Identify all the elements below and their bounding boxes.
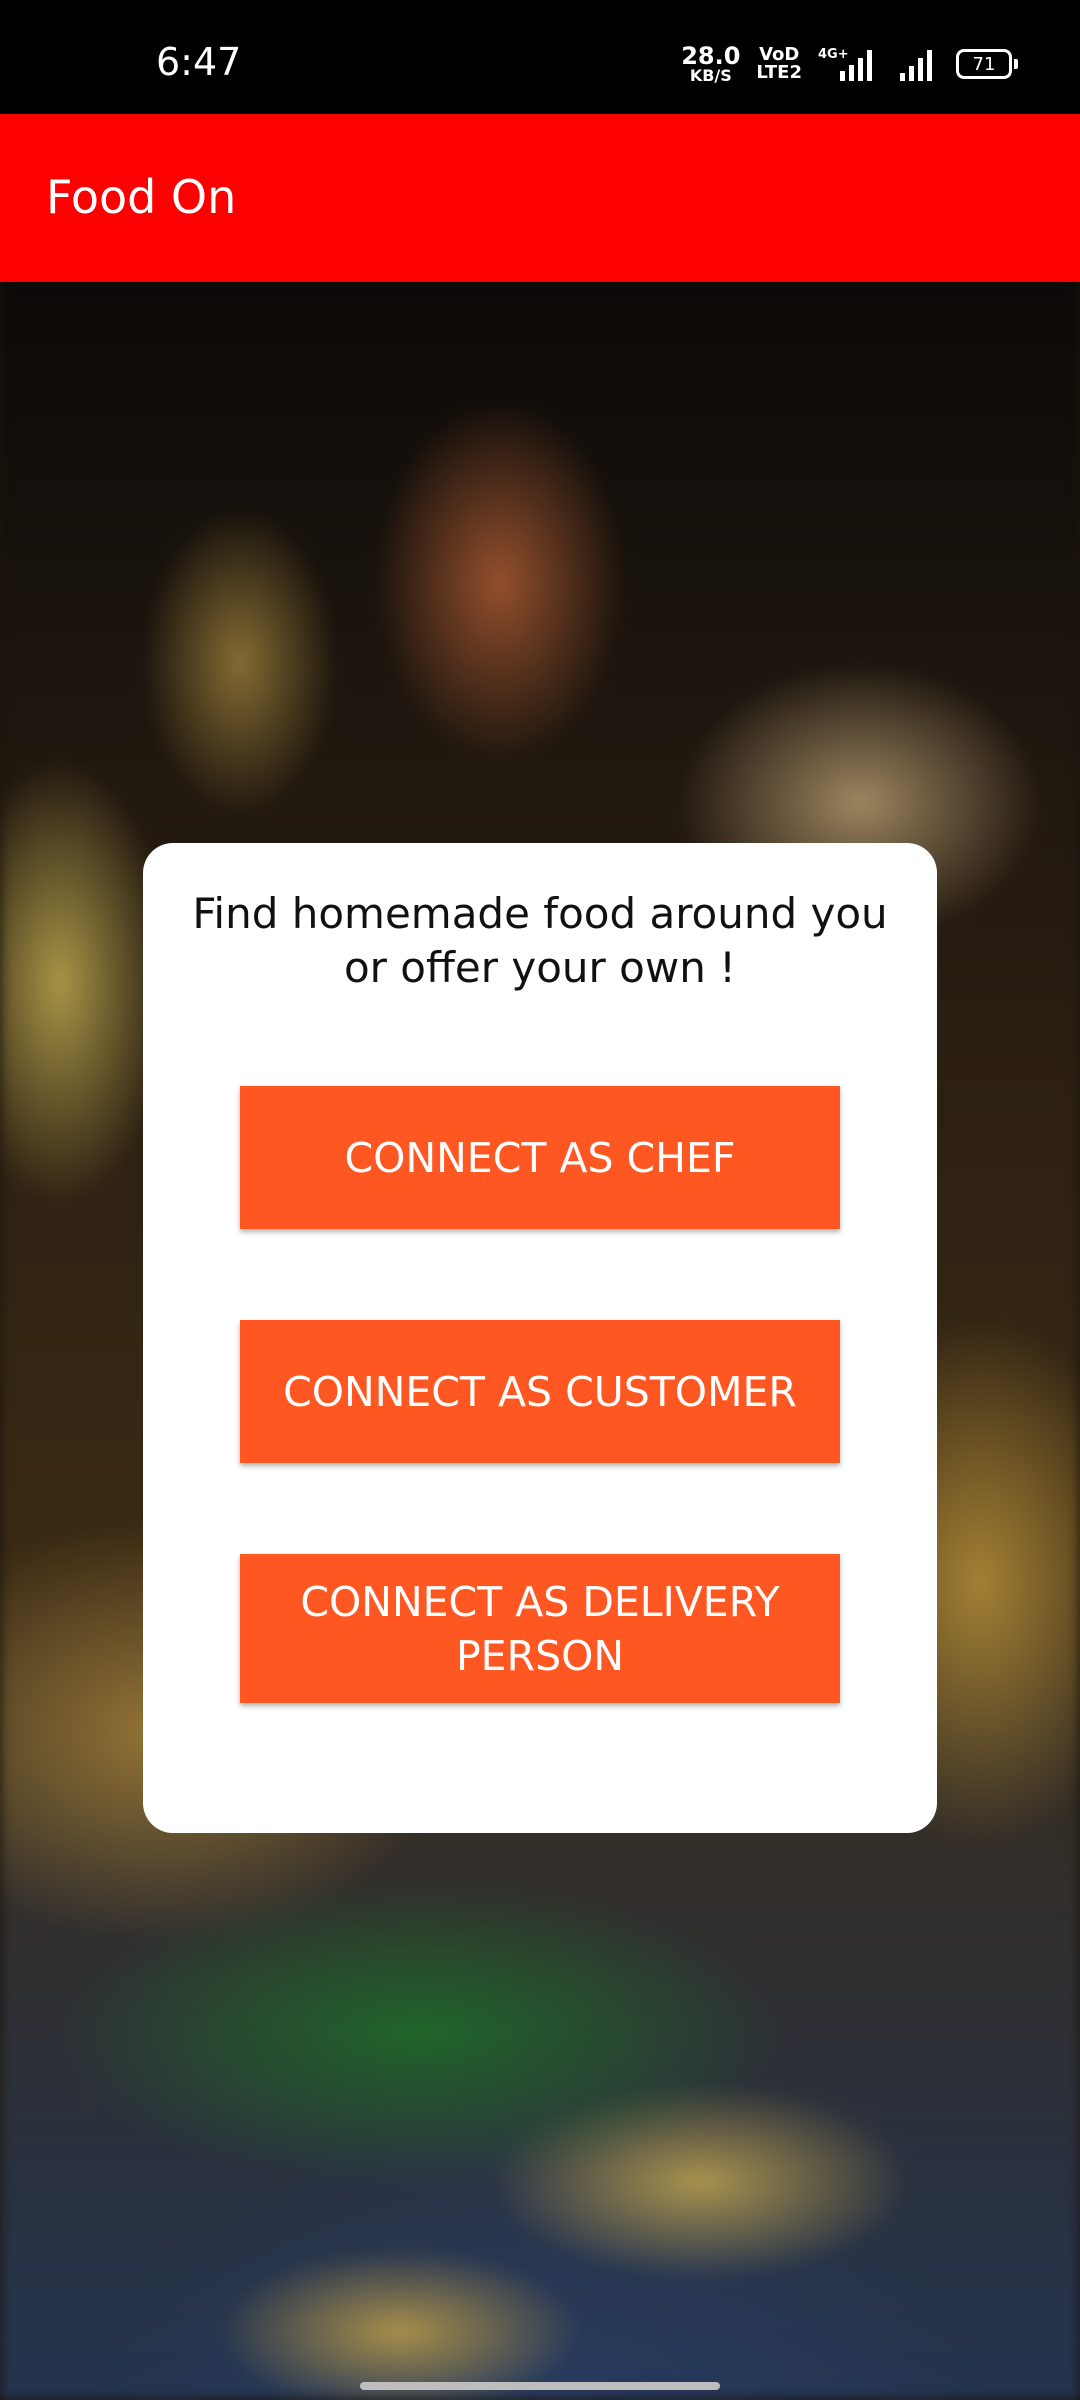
network-speed-unit: KB/S	[689, 66, 732, 85]
app-bar: Food On	[0, 114, 1080, 282]
screen: 6:47 28.0 KB/S VoD LTE2 4G+ 71 Food On F…	[0, 0, 1080, 2400]
cellular-signal-icon-2	[900, 50, 932, 81]
status-bar: 6:47 28.0 KB/S VoD LTE2 4G+ 71	[0, 0, 1080, 114]
gesture-nav-handle[interactable]	[360, 2382, 720, 2390]
network-speed: 28.0 KB/S	[681, 44, 740, 84]
battery-level: 71	[972, 53, 996, 75]
cellular-signal-icon: 4G+	[818, 47, 872, 81]
status-time: 6:47	[156, 40, 242, 84]
connect-as-customer-button[interactable]: CONNECT AS CUSTOMER	[240, 1320, 840, 1463]
volte-icon: VoD LTE2	[756, 46, 802, 82]
card-heading: Find homemade food around you or offer y…	[143, 887, 937, 995]
app-title: Food On	[46, 170, 237, 224]
battery-icon: 71	[956, 49, 1018, 79]
card-heading-line1: Find homemade food around you	[192, 889, 888, 938]
card-heading-line2: or offer your own !	[343, 943, 737, 992]
network-speed-value: 28.0	[681, 42, 741, 70]
connect-as-chef-button[interactable]: CONNECT AS CHEF	[240, 1086, 840, 1229]
status-icons: 28.0 KB/S VoD LTE2 4G+ 71	[681, 44, 1018, 84]
connect-as-delivery-person-button[interactable]: CONNECT AS DELIVERY PERSON	[240, 1554, 840, 1703]
volte-bottom-label: LTE2	[756, 62, 802, 83]
network-type-label: 4G+	[818, 47, 849, 62]
role-selection-card: Find homemade food around you or offer y…	[143, 843, 937, 1833]
